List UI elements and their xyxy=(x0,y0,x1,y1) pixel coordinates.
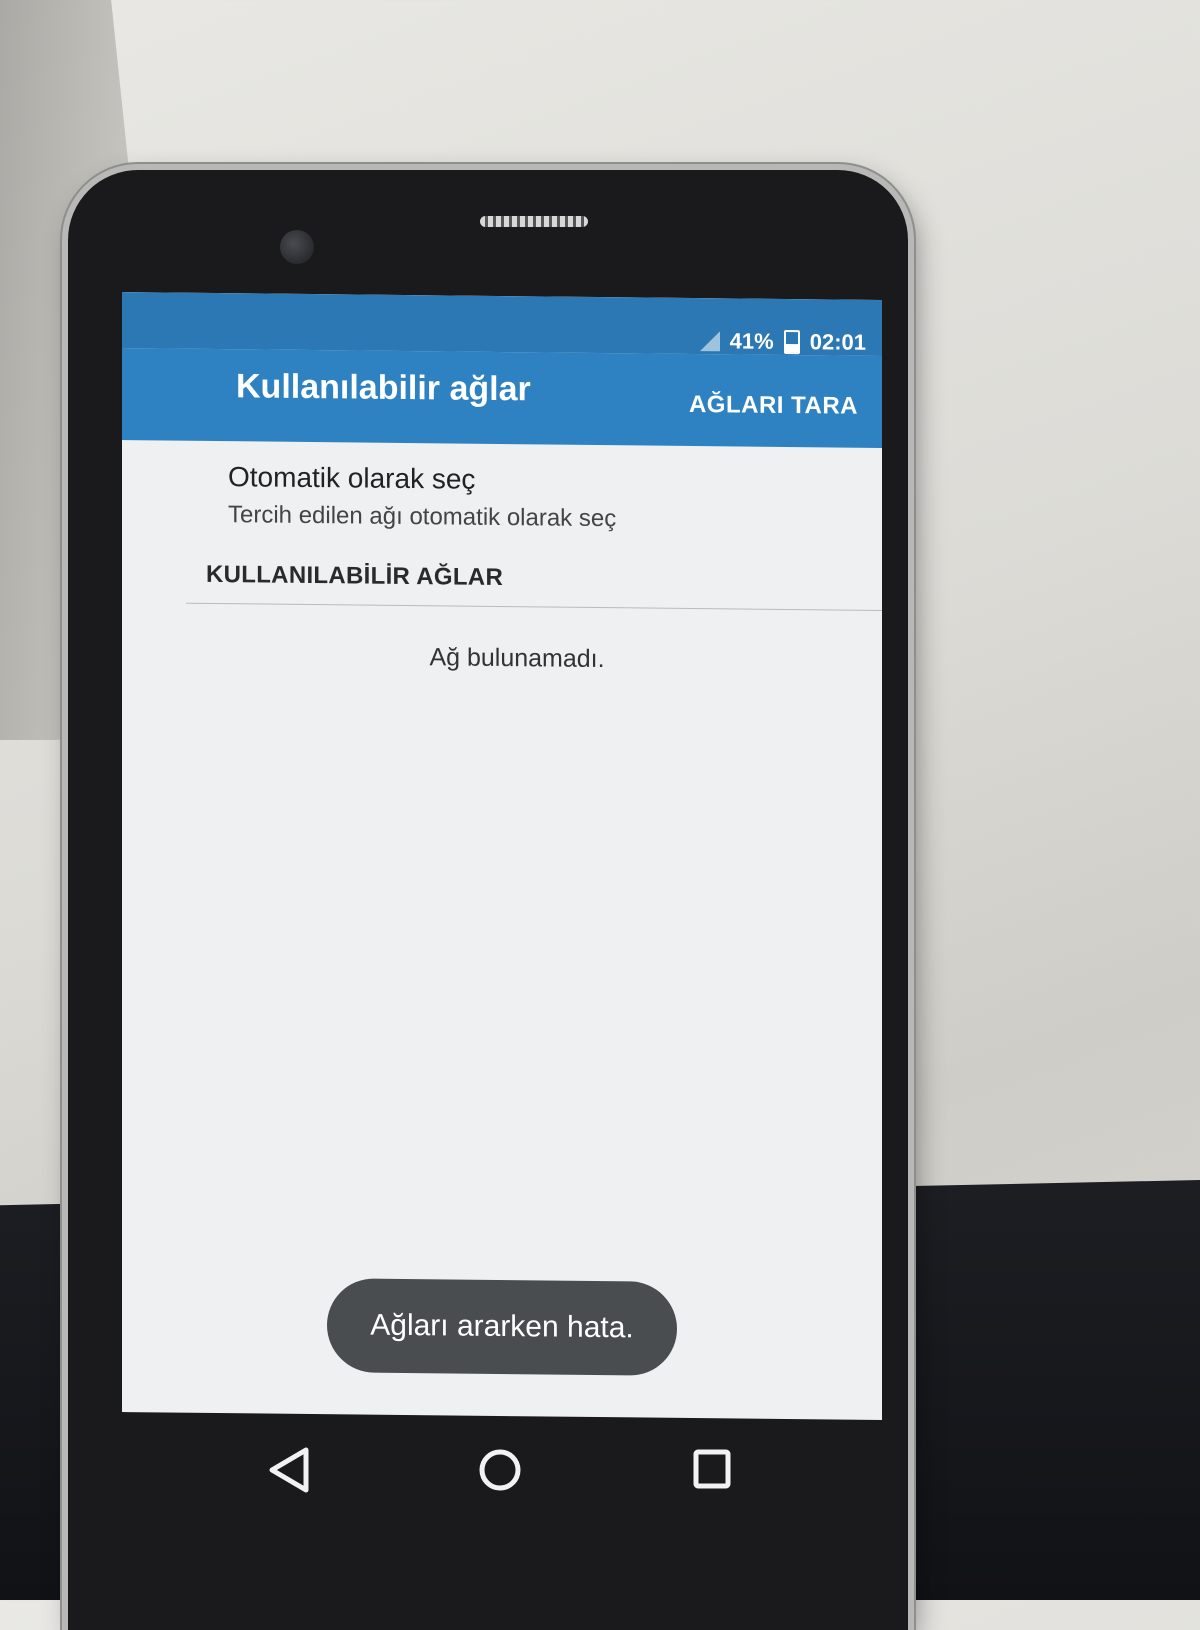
toast-message: Ağları ararken hata. xyxy=(370,1308,634,1345)
page-title: Kullanılabilir ağlar xyxy=(236,367,531,409)
auto-select-title: Otomatik olarak seç xyxy=(228,461,476,495)
no-networks-message: Ağ bulunamadı. xyxy=(429,643,605,674)
earpiece-speaker xyxy=(480,216,588,227)
battery-icon xyxy=(783,329,800,355)
settings-content: Otomatik olarak seç Tercih edilen ağı ot… xyxy=(122,440,882,1420)
recents-icon[interactable] xyxy=(682,1440,742,1500)
auto-select-preference[interactable]: Otomatik olarak seç Tercih edilen ağı ot… xyxy=(122,440,882,558)
status-icons: 41% 02:01 xyxy=(699,328,866,356)
scan-networks-button[interactable]: AĞLARI TARA xyxy=(683,390,864,422)
auto-select-summary: Tercih edilen ağı otomatik olarak seç xyxy=(228,501,617,533)
front-camera xyxy=(280,230,314,264)
phone-screen: 41% 02:01 Kullanılabilir ağlar AĞLARI TA… xyxy=(122,292,882,1420)
navigation-bar xyxy=(122,1410,882,1560)
app-bar: Kullanılabilir ağlar AĞLARI TARA xyxy=(122,348,882,448)
home-icon[interactable] xyxy=(470,1440,530,1500)
signal-icon xyxy=(699,331,720,352)
status-bar: 41% 02:01 xyxy=(122,292,882,356)
available-networks-header: KULLANILABİLİR AĞLAR xyxy=(206,560,504,592)
back-icon[interactable] xyxy=(260,1440,320,1500)
error-toast: Ağları ararken hata. xyxy=(327,1278,677,1376)
section-divider xyxy=(186,602,882,611)
clock: 02:01 xyxy=(809,329,866,355)
battery-percent: 41% xyxy=(729,328,774,354)
